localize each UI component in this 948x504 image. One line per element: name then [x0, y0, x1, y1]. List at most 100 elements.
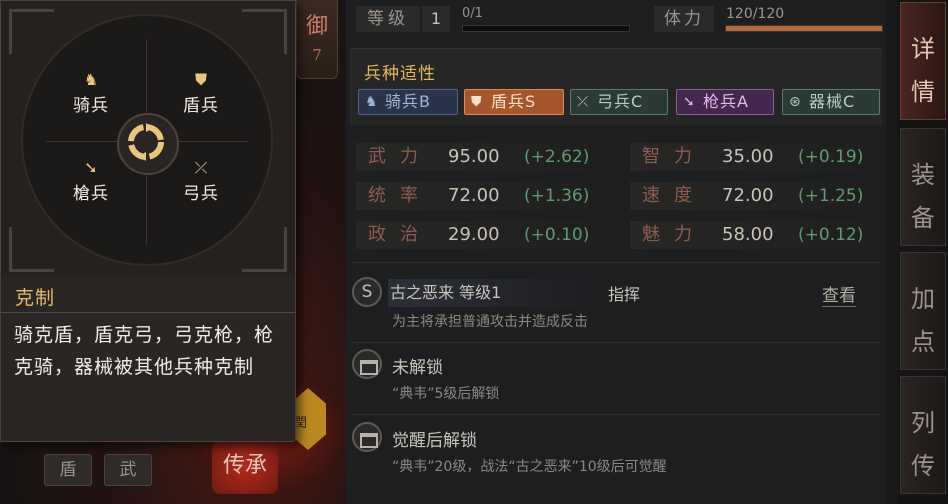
- tab-details[interactable]: 详 情: [900, 2, 946, 120]
- divider: [1, 312, 295, 313]
- stamina-label: 体力: [654, 6, 714, 32]
- stat-name: 魅力: [642, 224, 706, 245]
- skill-view-button[interactable]: 查看: [822, 281, 856, 307]
- aptitude-machine-tag[interactable]: ⊛ 器械C: [782, 89, 880, 115]
- tab-char: 情: [911, 78, 935, 106]
- aptitude-tag-label: 盾兵S: [491, 92, 537, 111]
- aptitude-tag-label: 器械C: [809, 92, 856, 111]
- skill-grade-icon: S: [352, 277, 382, 307]
- stamina-progress-bar: [725, 25, 883, 32]
- stat-value: 72.00: [448, 185, 500, 206]
- aptitude-cavalry-tag[interactable]: ♞ 骑兵B: [358, 89, 458, 115]
- skill-awaken-title: 觉醒后解锁: [392, 431, 477, 451]
- stat-name: 智力: [642, 146, 706, 167]
- frame-corner: [242, 227, 287, 272]
- unit-spear-label: 槍兵: [73, 184, 109, 204]
- unit-cavalry-label: 骑兵: [73, 96, 109, 116]
- stamina-fill: [726, 26, 882, 31]
- stat-bonus: (+0.19): [798, 147, 864, 167]
- aptitude-tag-label: 弓兵C: [597, 92, 644, 111]
- stat-name: 统率: [368, 185, 432, 206]
- aptitude-section: 兵种适性 ♞ 骑兵B ⛊ 盾兵S ⤫ 弓兵C ➘ 枪兵A ⊛ 器械C: [350, 48, 882, 125]
- stat-bonus: (+0.12): [798, 225, 864, 245]
- aptitude-archer-tag[interactable]: ⤫ 弓兵C: [570, 89, 668, 115]
- spear-icon: ➘: [84, 158, 98, 177]
- stat-name: 武力: [368, 146, 432, 167]
- aptitude-shield-tag[interactable]: ⛊ 盾兵S: [464, 89, 564, 115]
- tab-char: 点: [911, 328, 935, 356]
- frame-corner: [9, 9, 54, 54]
- stat-value: 95.00: [448, 146, 500, 167]
- aptitude-tag-label: 骑兵B: [385, 92, 431, 111]
- unit-archer: ⤫ 弓兵: [171, 157, 231, 204]
- tab-char: 详: [911, 35, 935, 63]
- stat-value: 58.00: [722, 224, 774, 245]
- stat-value: 29.00: [448, 224, 500, 245]
- tab-char: 加: [911, 285, 935, 313]
- unit-cavalry: ♞ 骑兵: [61, 69, 121, 116]
- legacy-button[interactable]: 传承: [212, 440, 278, 494]
- horse-icon: ♞: [83, 70, 99, 89]
- frame-corner: [9, 227, 54, 272]
- cycle-icon: [117, 113, 179, 175]
- shield-icon: ⛊: [194, 70, 207, 89]
- skill-description: 为主将承担普通攻击并造成反击: [392, 314, 588, 330]
- defense-badge: 御 7: [296, 0, 338, 79]
- stat-bonus: (+0.10): [524, 225, 590, 245]
- horse-icon: ♞: [365, 94, 379, 110]
- tab-char: 传: [911, 452, 935, 480]
- tab-add-points[interactable]: 加 点: [900, 252, 946, 370]
- stamina-text: 120/120: [726, 6, 785, 22]
- tab-biography[interactable]: 列 传: [900, 376, 946, 494]
- tab-char: 装: [911, 161, 935, 189]
- counter-title: 克制: [15, 287, 56, 309]
- skill-name[interactable]: 古之恶来 等级1: [388, 279, 580, 307]
- aptitude-tag-label: 枪兵A: [703, 92, 749, 111]
- mini-tag-force[interactable]: 武: [104, 454, 152, 486]
- counter-wheel-area: ♞ 骑兵 ⛊ 盾兵 ➘ 槍兵 ⤫ 弓兵: [1, 1, 295, 277]
- tab-char: 备: [911, 204, 935, 232]
- stat-name: 速度: [642, 185, 706, 206]
- frame-corner: [242, 9, 287, 54]
- shield-icon: ⛊: [471, 94, 483, 110]
- skill-locked-title: 未解锁: [392, 358, 443, 378]
- divider: [352, 342, 880, 343]
- level-label: 等级: [356, 6, 420, 32]
- defense-char: 御: [305, 14, 328, 39]
- tab-equipment[interactable]: 装 备: [900, 128, 946, 246]
- stat-value: 72.00: [722, 185, 774, 206]
- unit-shield: ⛊ 盾兵: [171, 69, 231, 116]
- wheel-icon: ⊛: [789, 94, 802, 110]
- stat-bonus: (+1.36): [524, 186, 590, 206]
- stat-value: 35.00: [722, 146, 774, 167]
- defense-value: 7: [312, 46, 322, 64]
- level-value: 1: [422, 6, 450, 32]
- exp-progress-bar: [462, 25, 630, 32]
- stat-bonus: (+1.25): [798, 186, 864, 206]
- locked-scroll-icon: [352, 422, 382, 452]
- mini-tag-shield[interactable]: 盾: [44, 454, 92, 486]
- stat-bonus: (+2.62): [524, 147, 590, 167]
- spear-icon: ➘: [683, 94, 696, 110]
- unit-shield-label: 盾兵: [183, 96, 219, 116]
- bow-icon: ⤫: [577, 94, 590, 110]
- general-detail-panel: 等级 1 0/1 体力 120/120 兵种适性 ♞ 骑兵B ⛊ 盾兵S ⤫ 弓兵C …: [346, 0, 886, 504]
- unit-spear: ➘ 槍兵: [61, 157, 121, 204]
- skill-unlock-condition: “典韦”5级后解锁: [392, 386, 500, 402]
- counter-popup: ♞ 骑兵 ⛊ 盾兵 ➘ 槍兵 ⤫ 弓兵 克制 骑克盾，盾克弓，弓克枪，枪克骑，器…: [0, 0, 296, 442]
- level-stamina-bar: 等级 1 0/1 体力 120/120: [356, 6, 886, 32]
- skill-type: 指挥: [608, 285, 641, 304]
- bow-icon: ⤫: [194, 158, 208, 177]
- exp-text: 0/1: [462, 6, 483, 21]
- divider: [352, 414, 880, 415]
- divider: [352, 262, 880, 263]
- side-tab-bar: 详 情 装 备 加 点 列 传: [898, 0, 948, 504]
- aptitude-spear-tag[interactable]: ➘ 枪兵A: [676, 89, 774, 115]
- unit-archer-label: 弓兵: [183, 184, 219, 204]
- locked-scroll-icon: [352, 349, 382, 379]
- stat-name: 政治: [368, 224, 432, 245]
- counter-description: 骑克盾，盾克弓，弓克枪，枪克骑，器械被其他兵种克制: [14, 324, 275, 378]
- skill-awaken-condition: “典韦”20级，战法“古之恶来”10级后可觉醒: [392, 459, 667, 475]
- tab-char: 列: [911, 409, 935, 437]
- aptitude-title: 兵种适性: [364, 64, 436, 84]
